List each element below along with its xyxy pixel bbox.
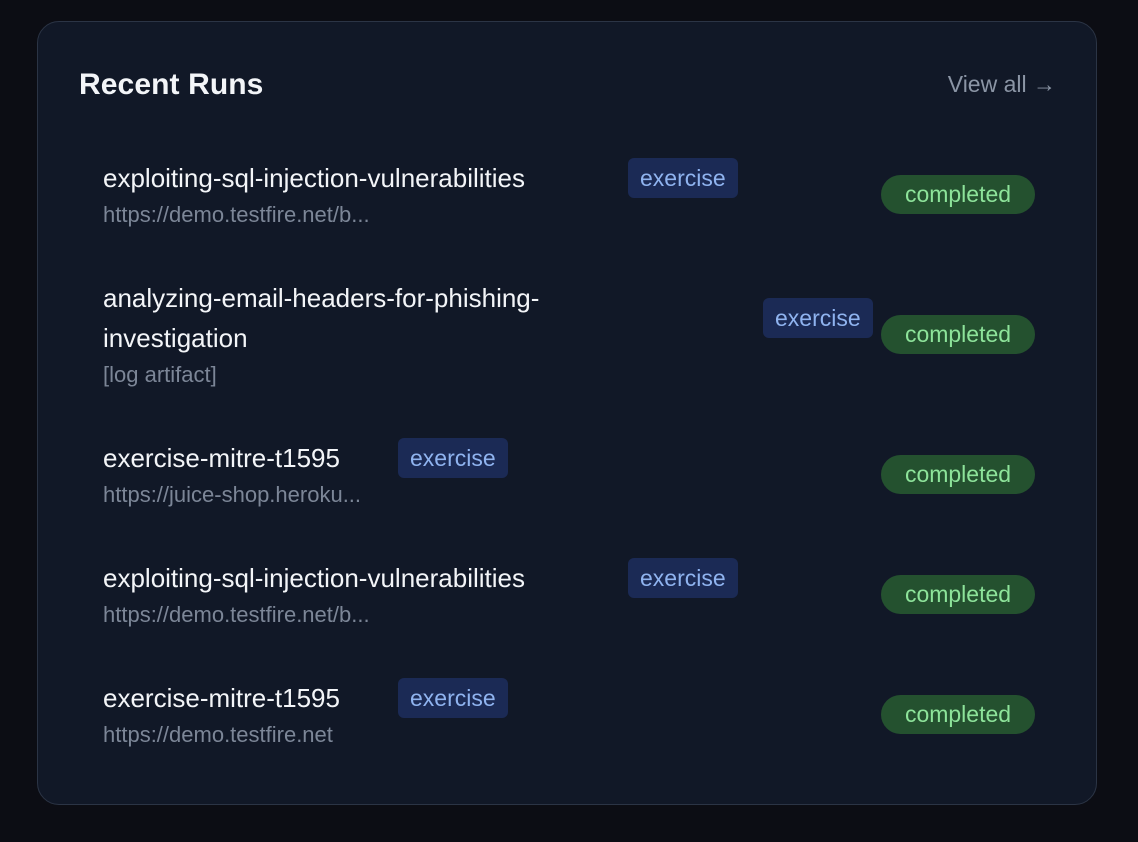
status-badge: completed — [881, 315, 1035, 354]
run-name[interactable]: exercise-mitre-t1595 — [103, 678, 340, 718]
list-item[interactable]: exercise-mitre-t1595 exercise https://ju… — [103, 438, 1035, 518]
status-badge: completed — [881, 175, 1035, 214]
run-target: https://demo.testfire.net — [103, 722, 333, 747]
run-target: [log artifact] — [103, 362, 217, 387]
run-target: https://demo.testfire.net/b... — [103, 602, 370, 627]
run-type-tag: exercise — [628, 158, 738, 198]
status-badge: completed — [881, 575, 1035, 614]
status-badge: completed — [881, 455, 1035, 494]
view-all-link[interactable]: View all → — [948, 71, 1056, 98]
run-type-tag: exercise — [398, 678, 508, 718]
list-item[interactable]: exploiting-sql-injection-vulnerabilities… — [103, 158, 1035, 238]
run-target: https://juice-shop.heroku... — [103, 482, 362, 507]
run-name[interactable]: analyzing-email-headers-for-phishing-inv… — [103, 278, 663, 358]
run-type-tag: exercise — [763, 298, 873, 338]
run-type-tag: exercise — [398, 438, 508, 478]
list-item[interactable]: exploiting-sql-injection-vulnerabilities… — [103, 558, 1035, 638]
status-badge: completed — [881, 695, 1035, 734]
run-name[interactable]: exercise-mitre-t1595 — [103, 438, 340, 478]
run-name[interactable]: exploiting-sql-injection-vulnerabilities — [103, 558, 525, 598]
run-name[interactable]: exploiting-sql-injection-vulnerabilities — [103, 158, 525, 198]
list-item[interactable]: exercise-mitre-t1595 exercise https://de… — [103, 678, 1035, 758]
run-type-tag: exercise — [628, 558, 738, 598]
list-item[interactable]: analyzing-email-headers-for-phishing-inv… — [103, 278, 1035, 398]
recent-runs-panel: Recent Runs View all → exploiting-sql-in… — [37, 21, 1097, 805]
run-target: https://demo.testfire.net/b... — [103, 202, 370, 227]
panel-title: Recent Runs — [79, 68, 264, 101]
